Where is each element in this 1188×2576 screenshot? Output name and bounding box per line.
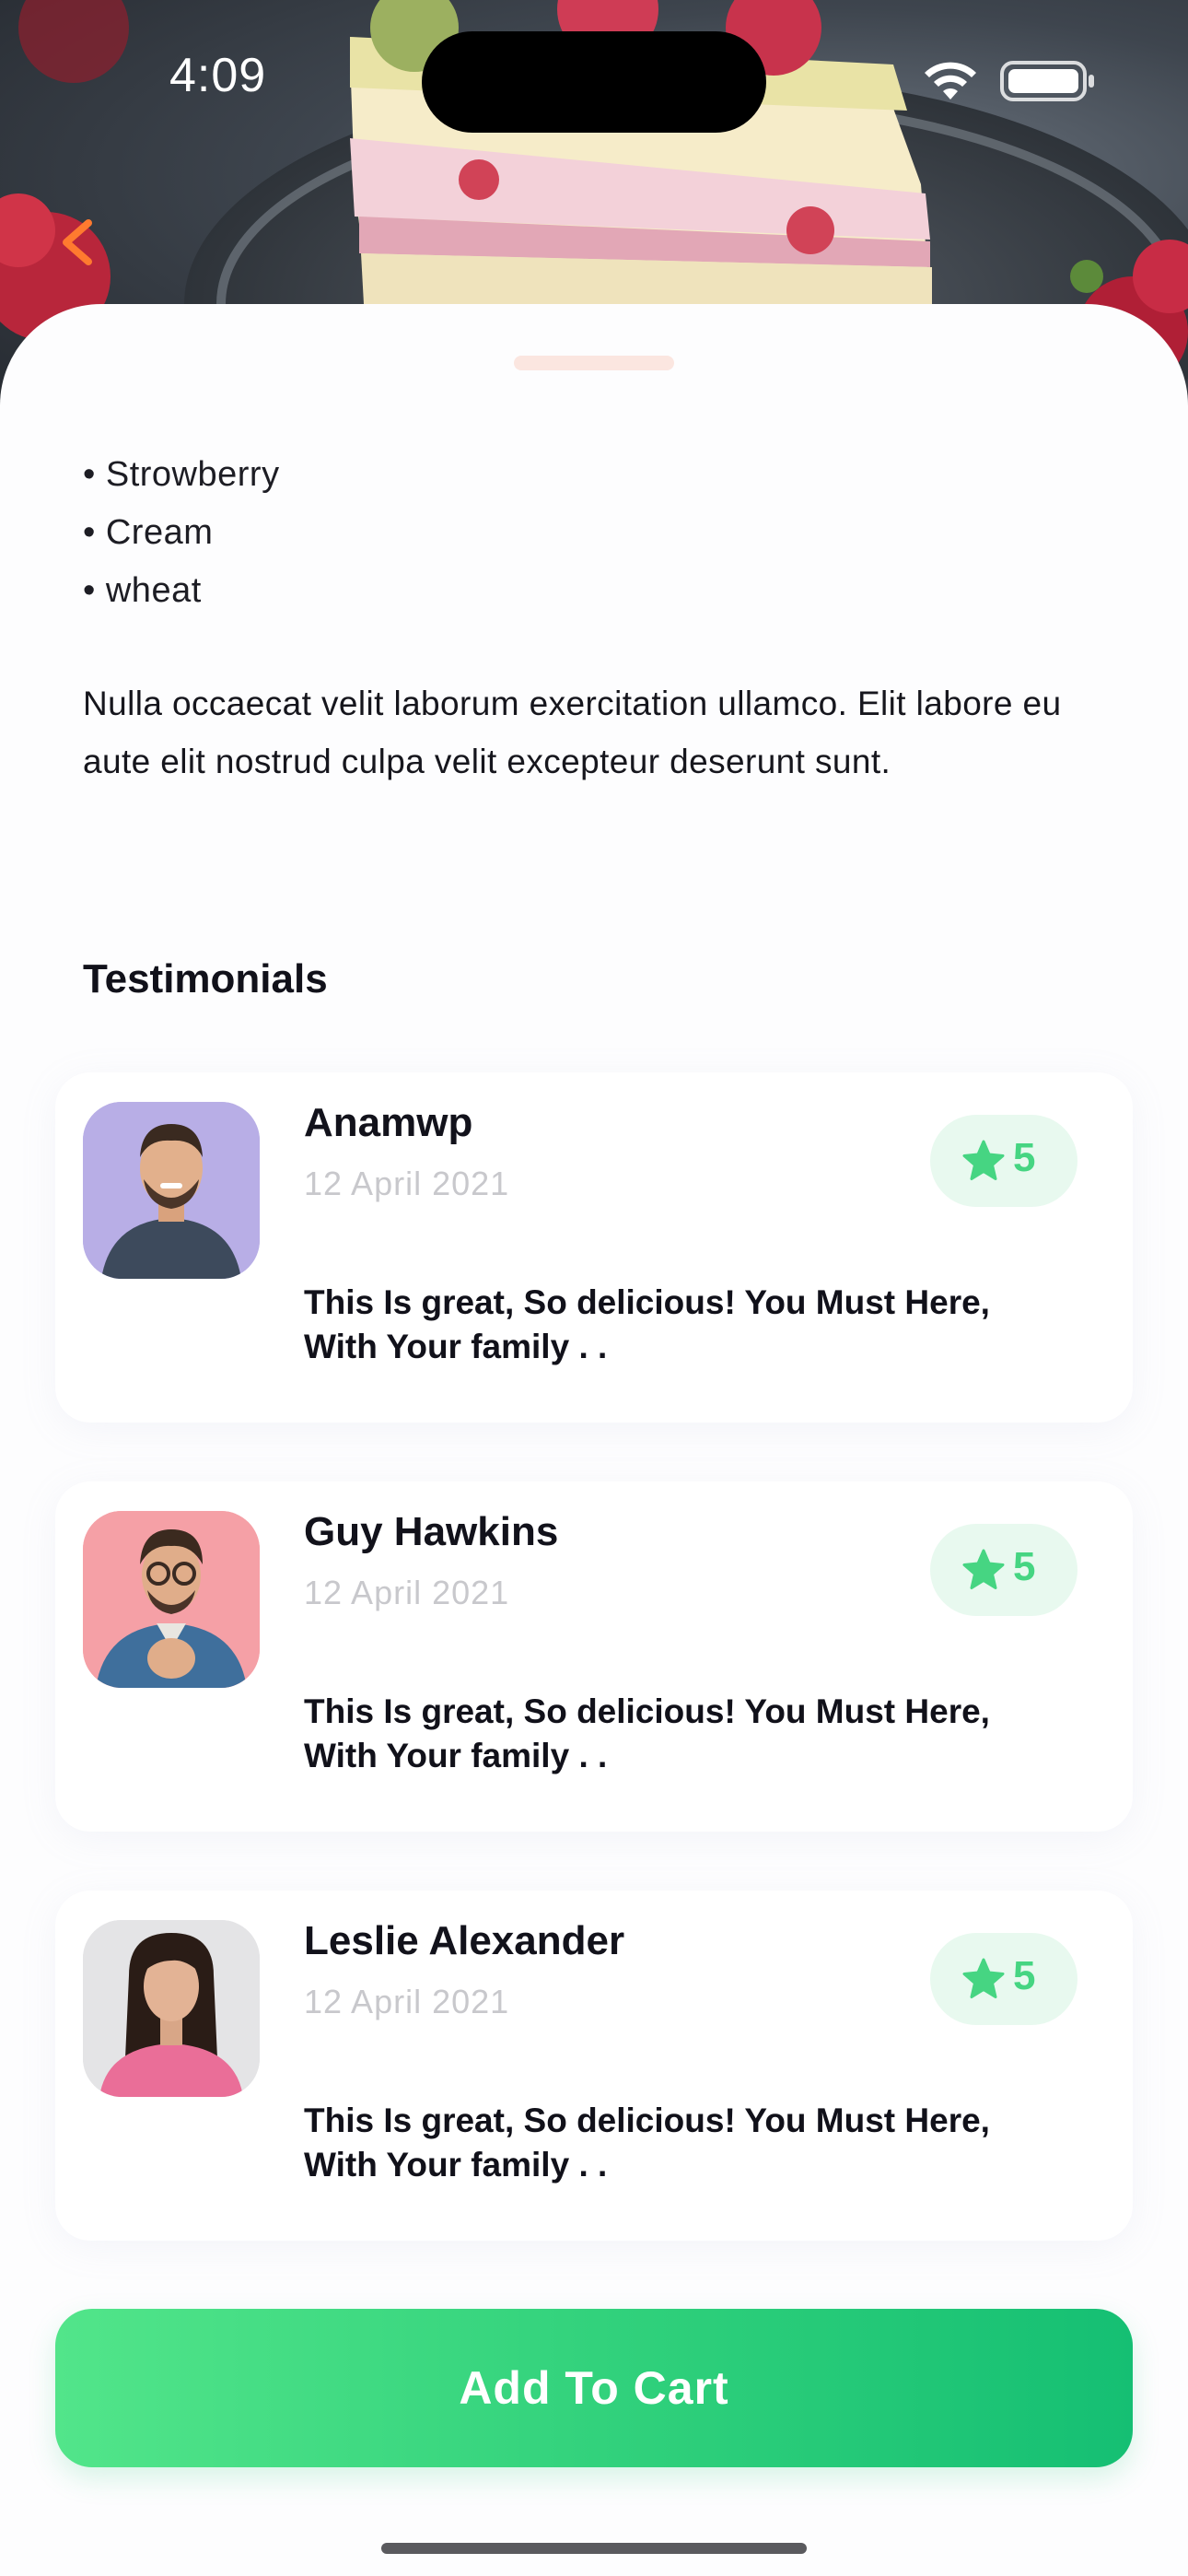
star-icon — [962, 1140, 1005, 1180]
reviewer-name: Leslie Alexander — [304, 1918, 625, 1963]
avatar — [83, 1102, 260, 1279]
review-date: 12 April 2021 — [304, 1983, 510, 2020]
rating-badge: 5 — [930, 1115, 1077, 1207]
add-to-cart-button[interactable]: Add To Cart — [55, 2309, 1133, 2467]
reviewer-name: Anamwp — [304, 1100, 473, 1145]
ingredient-item: • Cream — [83, 513, 214, 552]
review-date: 12 April 2021 — [304, 1165, 510, 1202]
rating-value: 5 — [1013, 1953, 1036, 1998]
chevron-left-icon — [63, 219, 92, 265]
product-description: Nulla occaecat velit laborum exercitatio… — [83, 685, 1062, 780]
star-icon — [962, 1958, 1005, 1998]
star-icon — [962, 1549, 1005, 1589]
sheet-handle[interactable] — [514, 356, 674, 370]
review-text: This Is great, So delicious! You Must He… — [304, 1283, 990, 1365]
battery-icon — [1000, 61, 1094, 101]
rating-badge: 5 — [930, 1524, 1077, 1616]
testimonial-card[interactable]: Anamwp 12 April 2021 5 This Is great, So… — [55, 1072, 1133, 1423]
wifi-icon — [925, 62, 976, 100]
avatar — [83, 1920, 260, 2097]
ingredient-item: • Strowberry — [83, 455, 280, 494]
status-icons — [923, 57, 1098, 103]
home-indicator[interactable] — [381, 2543, 807, 2554]
avatar — [83, 1511, 260, 1688]
testimonial-card[interactable]: Leslie Alexander 12 April 2021 5 This Is… — [55, 1891, 1133, 2241]
review-date: 12 April 2021 — [304, 1574, 510, 1611]
testimonials-title: Testimonials — [83, 956, 328, 1001]
reviewer-name: Guy Hawkins — [304, 1509, 559, 1554]
rating-value: 5 — [1013, 1135, 1036, 1180]
testimonial-card[interactable]: Guy Hawkins 12 April 2021 5 This Is grea… — [55, 1481, 1133, 1832]
ingredients-list: • Strowberry • Cream • wheat — [83, 446, 280, 620]
add-to-cart-label: Add To Cart — [459, 2362, 729, 2414]
rating-value: 5 — [1013, 1544, 1036, 1589]
review-text: This Is great, So delicious! You Must He… — [304, 1692, 990, 1774]
review-text: This Is great, So delicious! You Must He… — [304, 2102, 990, 2184]
status-time: 4:09 — [169, 49, 267, 102]
dynamic-island — [422, 31, 766, 133]
ingredient-item: • wheat — [83, 571, 202, 610]
product-detail-screen: 4:09 • Strowberry • Cream • wheat Nulla — [0, 0, 1188, 2576]
back-button[interactable] — [53, 210, 101, 275]
rating-badge: 5 — [930, 1933, 1077, 2025]
